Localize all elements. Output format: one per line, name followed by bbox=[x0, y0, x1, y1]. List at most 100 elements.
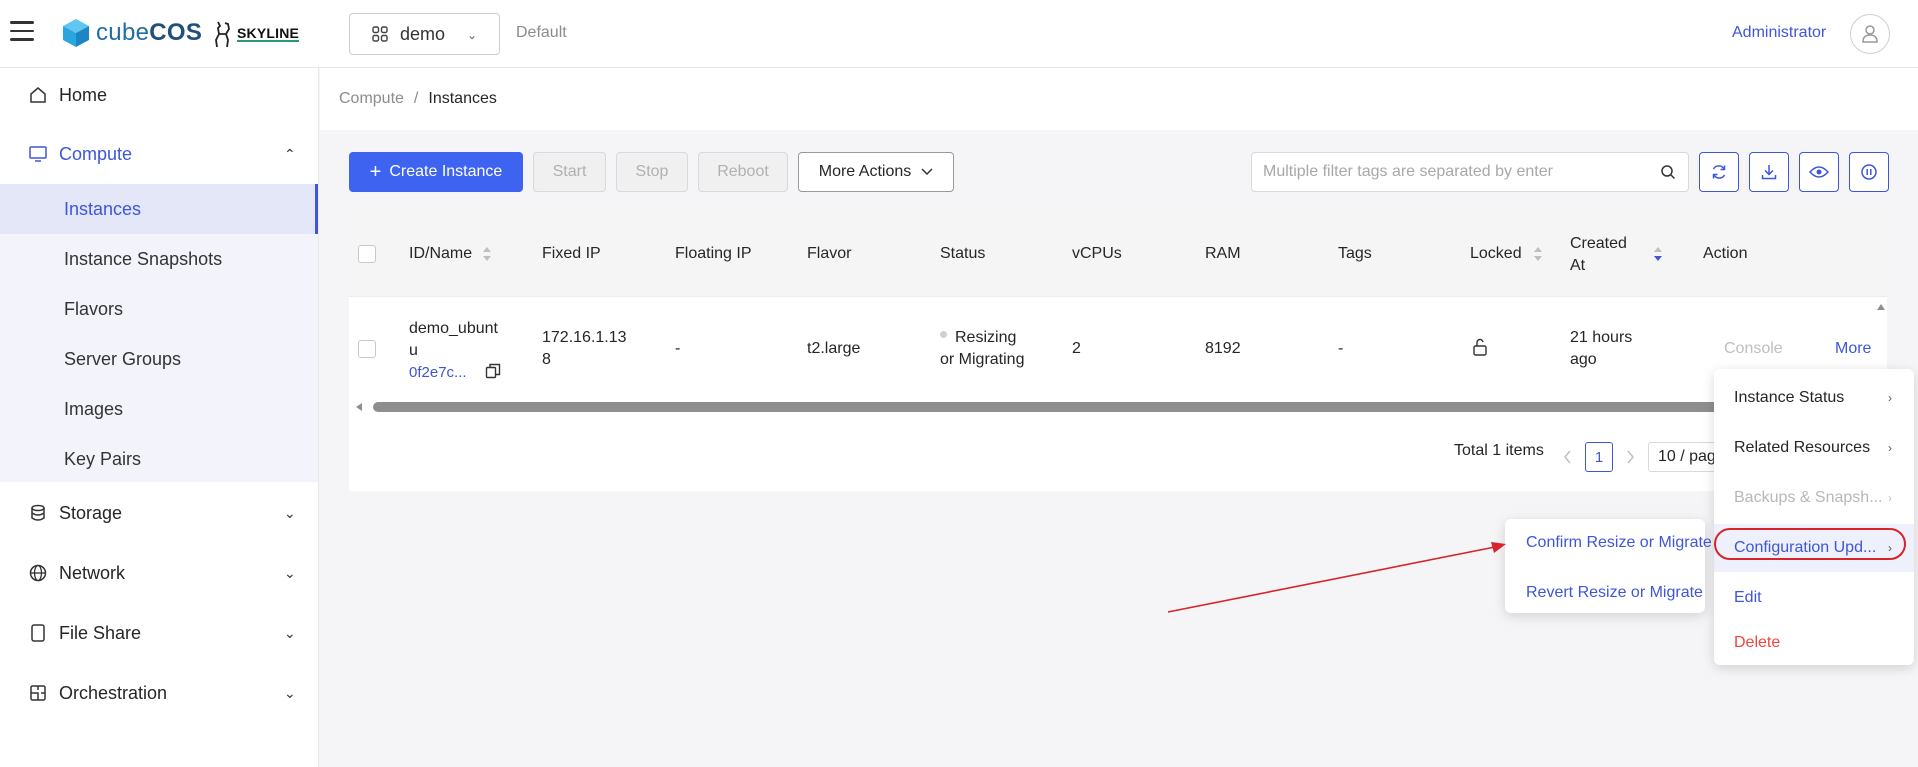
chevron-right-icon: › bbox=[1888, 391, 1892, 405]
next-page-icon[interactable] bbox=[1625, 450, 1635, 464]
refresh-button[interactable] bbox=[1699, 152, 1739, 192]
domain-label: Default bbox=[516, 24, 567, 41]
sidebar-item-label: Compute bbox=[59, 143, 133, 164]
column-locked[interactable]: Locked bbox=[1470, 245, 1522, 263]
status-line2: or Migrating bbox=[940, 351, 1025, 368]
chevron-down-icon: ⌄ bbox=[284, 564, 296, 581]
column-fixed-ip: Fixed IP bbox=[542, 245, 601, 262]
instance-name-line2: u bbox=[409, 342, 418, 359]
sidebar-item-instances[interactable]: Instances bbox=[0, 184, 318, 234]
tablet-icon bbox=[31, 624, 45, 642]
instance-id-link[interactable]: 0f2e7c... bbox=[409, 362, 467, 384]
chevron-up-icon: ⌃ bbox=[284, 145, 296, 162]
sort-descending-icon[interactable] bbox=[1653, 245, 1663, 263]
select-all-checkbox[interactable] bbox=[358, 245, 376, 263]
stop-button[interactable]: Stop bbox=[616, 152, 688, 192]
pause-refresh-button[interactable] bbox=[1849, 152, 1889, 192]
menu-toggle-icon[interactable] bbox=[10, 21, 34, 45]
compute-submenu: Instances Instance Snapshots Flavors Ser… bbox=[0, 184, 318, 482]
row-checkbox[interactable] bbox=[358, 340, 376, 358]
scroll-up-arrow-icon[interactable] bbox=[1876, 303, 1886, 311]
cube-logo-icon bbox=[63, 19, 89, 47]
menu-item-label: Edit bbox=[1734, 589, 1762, 606]
database-icon bbox=[31, 504, 45, 521]
start-button[interactable]: Start bbox=[533, 152, 606, 192]
more-actions-label: More Actions bbox=[818, 163, 912, 180]
chevron-down-icon: ⌄ bbox=[284, 504, 296, 521]
orchestration-icon bbox=[30, 685, 46, 701]
unlock-icon bbox=[1473, 338, 1487, 356]
avatar[interactable] bbox=[1850, 14, 1890, 54]
horizontal-scrollbar[interactable] bbox=[349, 399, 1887, 415]
menu-item-label: Delete bbox=[1734, 634, 1781, 651]
project-selector[interactable]: demo ⌄ bbox=[349, 13, 500, 55]
breadcrumb: Compute / Instances bbox=[339, 90, 497, 108]
menu-item-label: Revert Resize or Migrate bbox=[1526, 584, 1703, 601]
breadcrumb-bar: Compute / Instances bbox=[320, 68, 1918, 130]
copy-icon[interactable] bbox=[485, 363, 501, 379]
reboot-button[interactable]: Reboot bbox=[698, 152, 788, 192]
search-input[interactable] bbox=[1252, 153, 1642, 191]
sidebar-item-instance-snapshots[interactable]: Instance Snapshots bbox=[0, 234, 318, 284]
menu-item-delete[interactable]: Delete bbox=[1714, 624, 1914, 662]
menu-item-related-resources[interactable]: Related Resources › bbox=[1714, 424, 1914, 472]
sidebar-item-server-groups[interactable]: Server Groups bbox=[0, 334, 318, 384]
sidebar-item-images[interactable]: Images bbox=[0, 384, 318, 434]
breadcrumb-parent[interactable]: Compute bbox=[339, 90, 404, 107]
chevron-down-icon bbox=[921, 168, 933, 176]
menu-item-edit[interactable]: Edit bbox=[1714, 574, 1914, 622]
top-header: cubeCOS SKYLINE demo ⌄ Default Administr… bbox=[0, 0, 1918, 68]
sidebar-item-file-share[interactable]: File Share ⌄ bbox=[0, 608, 318, 658]
sidebar-item-label: Key Pairs bbox=[64, 448, 142, 469]
annotation-arrow bbox=[1167, 542, 1506, 613]
fixed-ip-line1: 172.16.1.13 bbox=[542, 329, 627, 346]
menu-item-label: Configuration Upd... bbox=[1734, 539, 1877, 556]
skyline-logo: SKYLINE bbox=[212, 20, 300, 48]
status-value: Resizing or Migrating bbox=[940, 327, 1024, 371]
create-instance-label: Create Instance bbox=[389, 163, 503, 180]
sidebar-item-key-pairs[interactable]: Key Pairs bbox=[0, 434, 318, 484]
column-flavor: Flavor bbox=[807, 245, 852, 262]
sidebar-item-label: Instances bbox=[64, 198, 142, 219]
chevron-down-icon: ⌄ bbox=[284, 624, 296, 641]
sidebar-item-home[interactable]: Home bbox=[0, 70, 318, 120]
view-columns-button[interactable] bbox=[1799, 152, 1839, 192]
column-id-name[interactable]: ID/Name bbox=[409, 245, 472, 263]
cubecos-logo[interactable]: cubeCOS bbox=[62, 18, 202, 48]
sidebar-item-storage[interactable]: Storage ⌄ bbox=[0, 488, 318, 538]
prev-page-icon[interactable] bbox=[1563, 450, 1573, 464]
sidebar: Home Compute ⌃ Instances Instance Snapsh… bbox=[0, 68, 319, 767]
sort-icon[interactable] bbox=[482, 245, 492, 263]
instance-name-line1: demo_ubunt bbox=[409, 320, 498, 337]
revert-resize-or-migrate-item[interactable]: Revert Resize or Migrate bbox=[1505, 569, 1705, 617]
brand-name: cubeCOS bbox=[96, 19, 203, 46]
created-line1: 21 hours bbox=[1570, 329, 1633, 346]
menu-item-backups-snapshots[interactable]: Backups & Snapsh... › bbox=[1714, 474, 1914, 522]
chevron-right-icon: › bbox=[1888, 491, 1892, 505]
more-actions-button[interactable]: More Actions bbox=[798, 152, 954, 192]
sort-icon[interactable] bbox=[1533, 245, 1543, 263]
console-button[interactable]: Console bbox=[1724, 338, 1783, 360]
create-instance-button[interactable]: + Create Instance bbox=[349, 152, 523, 192]
scrollbar-thumb[interactable] bbox=[373, 402, 1883, 412]
column-ram: RAM bbox=[1205, 245, 1241, 262]
fixed-ip-line2: 8 bbox=[542, 351, 551, 368]
confirm-resize-or-migrate-item[interactable]: Confirm Resize or Migrate bbox=[1505, 519, 1712, 567]
sidebar-item-label: Server Groups bbox=[64, 348, 182, 369]
column-created-at[interactable]: Created At bbox=[1570, 233, 1627, 277]
sidebar-item-flavors[interactable]: Flavors bbox=[0, 284, 318, 334]
chevron-down-icon: ⌄ bbox=[284, 684, 296, 701]
search-icon[interactable] bbox=[1660, 164, 1676, 180]
search-box bbox=[1251, 152, 1689, 192]
sidebar-item-orchestration[interactable]: Orchestration ⌄ bbox=[0, 668, 318, 718]
more-button[interactable]: More bbox=[1835, 338, 1871, 360]
menu-item-instance-status[interactable]: Instance Status › bbox=[1714, 374, 1914, 422]
menu-item-configuration-update[interactable]: Configuration Upd... › bbox=[1714, 524, 1914, 572]
scroll-left-arrow-icon[interactable] bbox=[355, 402, 363, 412]
sidebar-item-network[interactable]: Network ⌄ bbox=[0, 548, 318, 598]
sidebar-item-label: Home bbox=[59, 84, 108, 105]
sidebar-item-compute[interactable]: Compute ⌃ bbox=[0, 129, 318, 179]
page-1-button[interactable]: 1 bbox=[1585, 442, 1613, 472]
download-button[interactable] bbox=[1749, 152, 1789, 192]
user-name-link[interactable]: Administrator bbox=[1732, 24, 1826, 42]
